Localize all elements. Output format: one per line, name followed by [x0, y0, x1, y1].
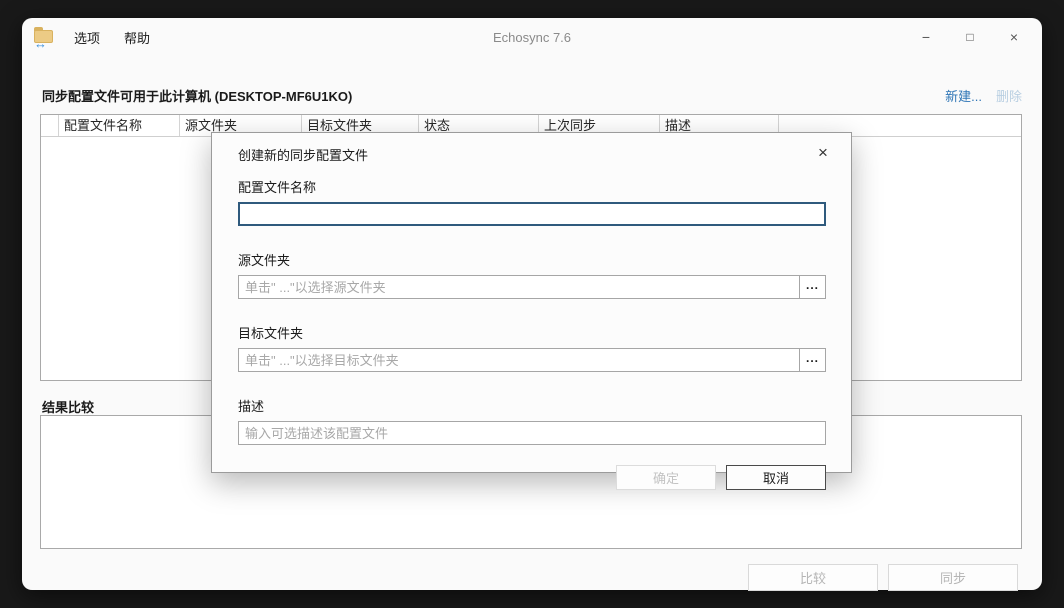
close-button[interactable]: ×: [992, 18, 1036, 56]
new-profile-link[interactable]: 新建...: [945, 86, 982, 105]
target-folder-input[interactable]: [239, 349, 799, 371]
source-folder-label: 源文件夹: [238, 250, 826, 269]
column-header-profile-name[interactable]: 配置文件名称: [59, 115, 180, 136]
target-browse-button[interactable]: ...: [799, 349, 825, 371]
dialog-close-icon[interactable]: ×: [809, 139, 837, 167]
target-folder-label: 目标文件夹: [238, 323, 826, 342]
delete-profile-link: 删除: [996, 86, 1022, 105]
window-controls: − □ ×: [904, 18, 1036, 56]
dialog-title: 创建新的同步配置文件: [238, 145, 368, 164]
column-header-indicator[interactable]: [41, 115, 59, 136]
description-input[interactable]: [239, 422, 825, 444]
compare-button[interactable]: 比较: [748, 564, 878, 591]
dialog-title-bar: 创建新的同步配置文件 ×: [212, 133, 851, 173]
maximize-button[interactable]: □: [948, 18, 992, 56]
minimize-button[interactable]: −: [904, 18, 948, 56]
description-label: 描述: [238, 396, 826, 415]
profile-name-label: 配置文件名称: [238, 177, 826, 196]
results-comparison-label: 结果比较: [42, 397, 94, 416]
profile-name-field-wrap: [238, 202, 826, 226]
cancel-button[interactable]: 取消: [726, 465, 826, 490]
source-folder-field-wrap: ...: [238, 275, 826, 299]
create-profile-dialog: 创建新的同步配置文件 × 配置文件名称 源文件夹 ... 目标文件夹 ... 描…: [211, 132, 852, 473]
profiles-header: 同步配置文件可用于此计算机 (DESKTOP-MF6U1KO): [42, 86, 352, 105]
target-folder-field-wrap: ...: [238, 348, 826, 372]
description-field-wrap: [238, 421, 826, 445]
window-title: Echosync 7.6: [22, 18, 1042, 56]
profile-name-input[interactable]: [239, 203, 825, 225]
source-browse-button[interactable]: ...: [799, 276, 825, 298]
source-folder-input[interactable]: [239, 276, 799, 298]
sync-button[interactable]: 同步: [888, 564, 1018, 591]
title-bar: ↔ 选项 帮助 Echosync 7.6 − □ ×: [22, 18, 1042, 56]
ok-button: 确定: [616, 465, 716, 490]
